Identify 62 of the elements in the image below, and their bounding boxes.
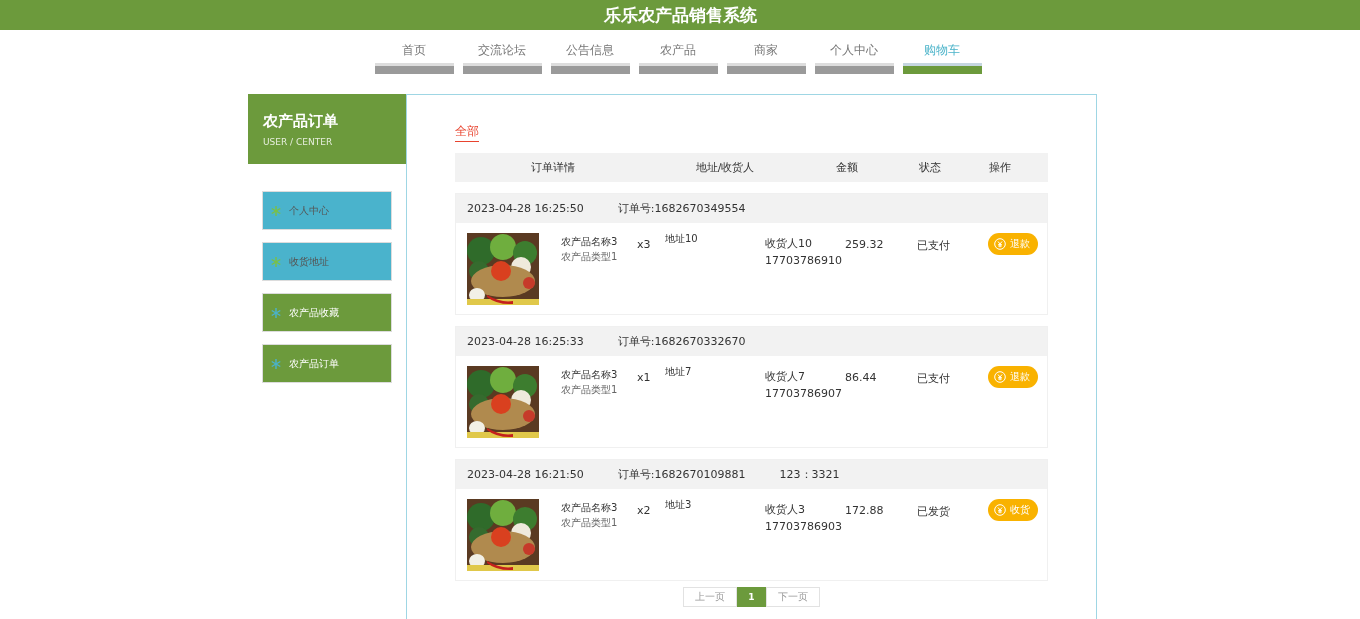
- order-status: 已支付: [917, 371, 950, 386]
- product-name: 农产品名称3: [561, 368, 619, 382]
- product-category: 农产品类型1: [561, 383, 619, 397]
- receiver-name: 收货人3: [765, 502, 806, 518]
- sidebar-item[interactable]: 个人中心: [262, 191, 392, 230]
- nav-tab[interactable]: 购物车: [902, 42, 982, 74]
- order-time: 2023-04-28 16:21:50: [467, 468, 584, 481]
- filter-tab[interactable]: 全部: [455, 123, 479, 142]
- product-category: 农产品类型1: [561, 516, 619, 530]
- column-header: 金额: [835, 160, 859, 175]
- quantity: x1: [637, 371, 651, 384]
- sidebar-item[interactable]: 收货地址: [262, 242, 392, 281]
- order-number: 订单号:1682670349554: [617, 201, 746, 216]
- order-note: 123：3321: [779, 467, 840, 482]
- snowflake-icon: [271, 256, 281, 267]
- sidebar-subtitle: USER / CENTER: [263, 136, 334, 147]
- yen-icon: [994, 504, 1006, 516]
- quantity: x3: [637, 238, 651, 251]
- product-name: 农产品名称3: [561, 501, 619, 515]
- snowflake-icon: [271, 358, 281, 369]
- snowflake-icon: [271, 307, 281, 318]
- nav-tab[interactable]: 商家: [726, 42, 806, 74]
- address: 地址3: [665, 498, 692, 512]
- order-time: 2023-04-28 16:25:50: [467, 202, 584, 215]
- order-time: 2023-04-28 16:25:33: [467, 335, 584, 348]
- column-header: 地址/收货人: [694, 160, 756, 175]
- snowflake-icon: [271, 205, 281, 216]
- nav-tab[interactable]: 公告信息: [550, 42, 630, 74]
- receiver-phone: 17703786910: [765, 253, 843, 269]
- sidebar-title: 农产品订单: [263, 111, 339, 131]
- nav-tab[interactable]: 首页: [374, 42, 454, 74]
- order-amount: 172.88: [845, 504, 884, 517]
- product-name: 农产品名称3: [561, 235, 619, 249]
- column-header: 状态: [918, 160, 942, 175]
- page-button[interactable]: 1: [737, 587, 766, 607]
- sidebar-item[interactable]: 农产品订单: [262, 344, 392, 383]
- nav-tab[interactable]: 农产品: [638, 42, 718, 74]
- receiver-phone: 17703786903: [765, 519, 843, 535]
- nav-tab[interactable]: 交流论坛: [462, 42, 542, 74]
- action-button[interactable]: 退款: [988, 233, 1038, 255]
- address: 地址7: [665, 365, 692, 379]
- order-amount: 86.44: [845, 371, 877, 384]
- order-amount: 259.32: [845, 238, 884, 251]
- order-number: 订单号:1682670332670: [617, 334, 746, 349]
- column-header: 操作: [988, 160, 1012, 175]
- receiver-phone: 17703786907: [765, 386, 843, 402]
- quantity: x2: [637, 504, 651, 517]
- address: 地址10: [665, 232, 698, 246]
- sidebar-item[interactable]: 农产品收藏: [262, 293, 392, 332]
- receiver-name: 收货人10: [765, 236, 813, 252]
- order-status: 已支付: [917, 238, 950, 253]
- site-title: 乐乐农产品销售系统: [603, 3, 757, 27]
- action-button[interactable]: 收货: [988, 499, 1038, 521]
- order-number: 订单号:1682670109881: [617, 467, 746, 482]
- receiver-name: 收货人7: [765, 369, 806, 385]
- column-header: 订单详情: [530, 160, 576, 175]
- yen-icon: [994, 371, 1006, 383]
- action-button[interactable]: 退款: [988, 366, 1038, 388]
- order-status: 已发货: [917, 504, 950, 519]
- nav-tab[interactable]: 个人中心: [814, 42, 894, 74]
- product-category: 农产品类型1: [561, 250, 619, 264]
- yen-icon: [994, 238, 1006, 250]
